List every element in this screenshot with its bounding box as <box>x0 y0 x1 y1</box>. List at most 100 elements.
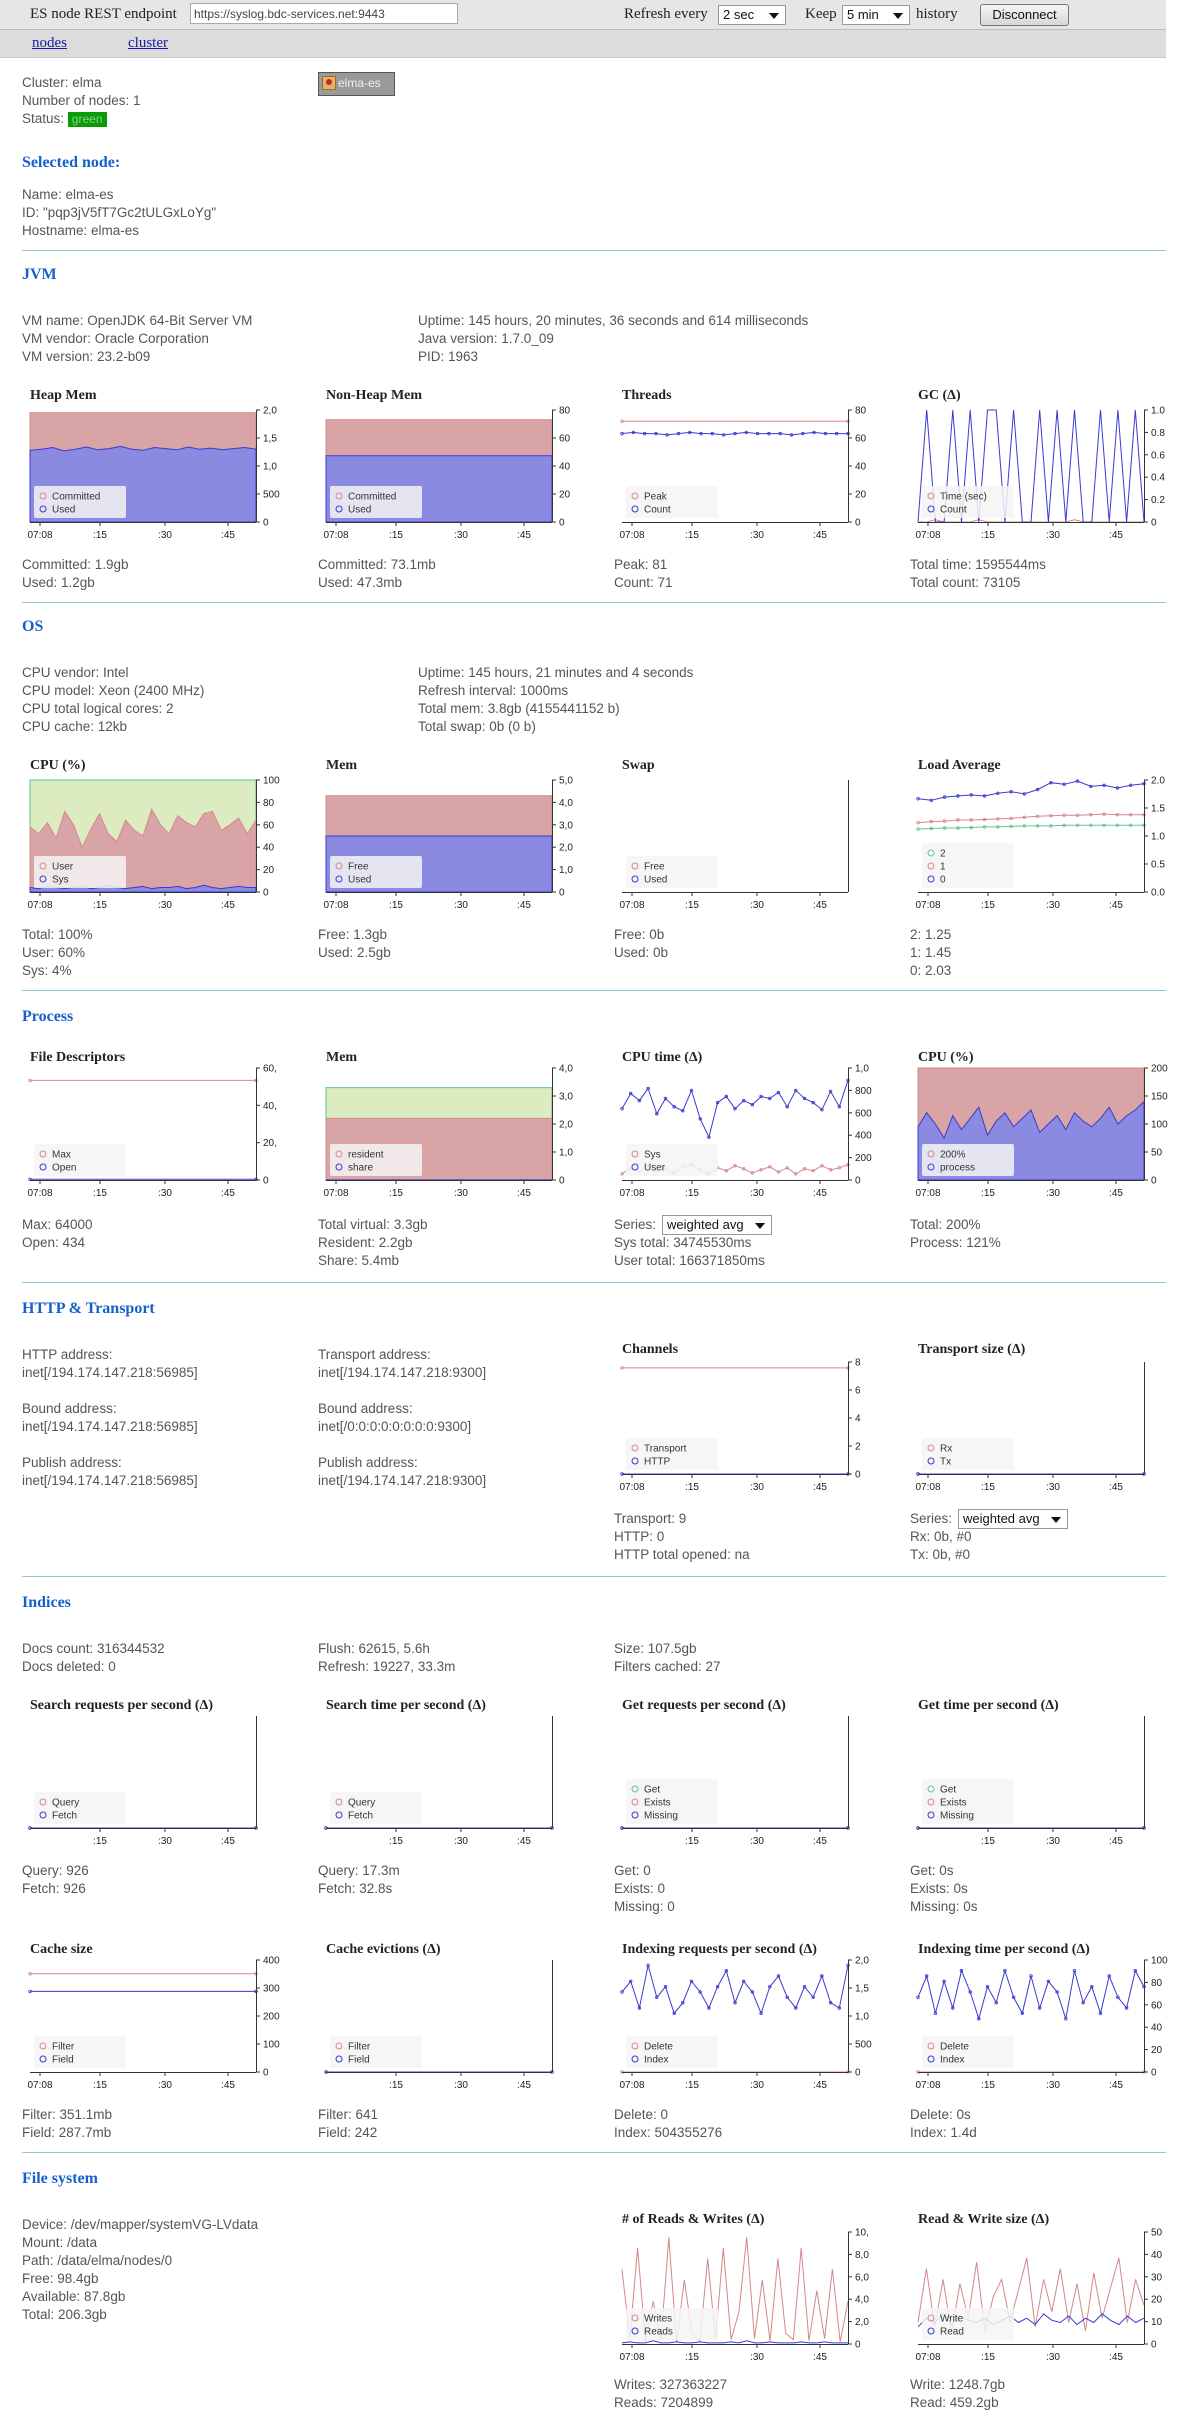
y-tick-label: 60 <box>855 434 867 445</box>
fs-total: Total: 206.3gb <box>22 2307 107 2322</box>
y-tick-label: 0.4 <box>1151 473 1165 484</box>
fs-heading: File system <box>22 2170 98 2187</box>
idx_req-svg: 0 500 1,0 1,5 2,0 07:08:15:30:45 Delete Index <box>619 1956 872 2092</box>
os-mem-chart-title: Mem <box>326 758 358 773</box>
y-tick-label: 1,0 <box>559 865 573 876</box>
load-1: 1: 1.45 <box>910 945 952 960</box>
y-tick-label: 8,0 <box>855 2250 869 2261</box>
process-mem-chart-title: Mem <box>326 1050 358 1065</box>
rw-writes: Writes: 327363227 <box>614 2377 728 2392</box>
y-tick-label: 80 <box>263 798 275 809</box>
search-req-chart-title: Search requests per second (Δ) <box>30 1698 213 1713</box>
y-tick-label: 200 <box>263 2012 280 2023</box>
get-time-exists: Exists: 0s <box>910 1881 968 1896</box>
y-tick-label: 100 <box>1151 1956 1168 1967</box>
tsize-svg: 07:08:15:30:45 Rx Tx <box>915 1362 1146 1493</box>
cputime-chart: 0 200 400 600 800 1,0 07:08:15:30:45 Sys User <box>619 1064 872 1211</box>
x-tick-label: 07:08 <box>619 1188 644 1199</box>
x-tick-label: 07:08 <box>619 900 644 911</box>
idx-req-delete: Delete: 0 <box>614 2107 669 2122</box>
x-tick-label: :30 <box>454 1188 468 1199</box>
refresh-select[interactable]: 2 sec <box>718 5 786 25</box>
search_req-svg: :15:30:45 Query Fetch <box>28 1716 258 1847</box>
cputime-chart-title: CPU time (Δ) <box>622 1050 703 1065</box>
x-tick-label: 07:08 <box>915 1188 940 1199</box>
history-label: history <box>916 6 958 22</box>
channels-svg: 0 2 4 6 8 07:08:15:30:45 Transport HTTP <box>619 1358 861 1494</box>
legend-label: Count <box>644 505 671 516</box>
jvm-heading: JVM <box>22 266 57 283</box>
x-tick-label: 07:08 <box>323 1188 348 1199</box>
x-tick-label: 07:08 <box>915 1482 940 1493</box>
node-badge-button[interactable]: elma-es <box>318 72 395 96</box>
y-tick-label: 0 <box>855 2340 861 2351</box>
cputime-series-select[interactable]: weighted avg <box>662 1215 772 1235</box>
x-tick-label: 07:08 <box>619 530 644 541</box>
x-tick-label: :30 <box>750 900 764 911</box>
http-bound: inet[/194.174.147.218:56985] <box>22 1419 198 1434</box>
legend-label: Field <box>348 2055 370 2066</box>
y-tick-label: 30 <box>1151 2272 1163 2283</box>
gc-svg: 0 0.2 0.4 0.6 0.8 1.0 07:08:15:30:45 Time (sec)… <box>915 406 1165 542</box>
nav-cluster-link[interactable]: cluster <box>128 35 168 52</box>
y-tick-label: 6,0 <box>855 2272 869 2283</box>
x-tick-label: :15 <box>981 530 995 541</box>
legend-label: Index <box>940 2055 964 2066</box>
rw-svg: 0 2,0 4,0 6,0 8,0 10, 07:08:15:30:45 Writes Read… <box>619 2228 869 2364</box>
x-tick-label: 07:08 <box>619 1482 644 1493</box>
process-cpu-chart: 0 50 100 150 200 07:08:15:30:45 200% process <box>915 1064 1168 1211</box>
y-tick-label: 2,0 <box>263 406 277 417</box>
pmem-svg: 0 1,0 2,0 3,0 4,0 07:08:15:30:45 resident share <box>323 1064 573 1200</box>
os-total-swap: Total swap: 0b (0 b) <box>418 719 536 734</box>
legend-label: Exists <box>644 1798 671 1809</box>
y-tick-label: 0 <box>263 2068 269 2079</box>
x-tick-label: :45 <box>813 1188 827 1199</box>
cache-filter: Filter: 351.1mb <box>22 2107 113 2122</box>
evict-field: Field: 242 <box>318 2125 378 2140</box>
x-tick-label: 07:08 <box>619 2080 644 2091</box>
y-tick-label: 0.5 <box>1151 860 1165 871</box>
x-tick-label: :30 <box>454 1836 468 1847</box>
keep-label: Keep <box>805 6 837 22</box>
y-tick-label: 4,0 <box>559 1064 573 1075</box>
transport-bound-label: Bound address: <box>318 1401 413 1416</box>
rwsize-write: Write: 1248.7gb <box>910 2377 1006 2392</box>
x-tick-label: :45 <box>221 1836 235 1847</box>
cache-chart-title: Cache size <box>30 1942 93 1957</box>
x-tick-label: :45 <box>517 900 531 911</box>
y-tick-label: 2,0 <box>855 1956 869 1967</box>
legend-label: Exists <box>940 1798 967 1809</box>
legend-box <box>922 2308 1014 2340</box>
x-tick-label: 07:08 <box>323 530 348 541</box>
swap-used: Used: 0b <box>614 945 669 960</box>
endpoint-input[interactable] <box>190 3 458 24</box>
legend-label: Time (sec) <box>940 492 987 503</box>
keep-select[interactable]: 5 min <box>842 5 910 25</box>
x-tick-label: :15 <box>685 530 699 541</box>
get_time-svg: :15:30:45 Get Exists Missing <box>916 1716 1146 1847</box>
legend-label: Filter <box>348 2042 371 2053</box>
disconnect-button[interactable]: Disconnect <box>980 4 1069 26</box>
legend-label: 0 <box>940 875 946 886</box>
legend-box <box>922 1438 1014 1470</box>
x-tick-label: 07:08 <box>323 900 348 911</box>
legend-box <box>34 856 126 888</box>
channels-transport: Transport: 9 <box>614 1511 687 1526</box>
tsize-series-select[interactable]: weighted avg <box>958 1509 1068 1529</box>
x-tick-label: 07:08 <box>27 530 52 541</box>
cputime-svg: 0 200 400 600 800 1,0 07:08:15:30:45 Sys User <box>619 1064 872 1200</box>
x-tick-label: :45 <box>1109 1836 1123 1847</box>
jvm-vm-name: VM name: OpenJDK 64-Bit Server VM <box>22 313 253 328</box>
load-chart-title: Load Average <box>918 758 1001 773</box>
x-tick-label: :45 <box>517 1836 531 1847</box>
legend-label: Fetch <box>348 1811 373 1822</box>
section-divider <box>22 2152 1166 2153</box>
section-divider <box>22 1282 1166 1283</box>
x-tick-label: :45 <box>1109 1482 1123 1493</box>
osmem-svg: 0 1,0 2,0 3,0 4,0 5,0 07:08:15:30:45 Free Used <box>323 776 573 912</box>
legend-box <box>34 2036 126 2068</box>
legend-label: HTTP <box>644 1457 670 1468</box>
y-tick-label: 20 <box>1151 2045 1163 2056</box>
nav-nodes-link[interactable]: nodes <box>32 35 67 52</box>
evict-chart: :15:30:45 Filter Field <box>324 1960 556 2103</box>
